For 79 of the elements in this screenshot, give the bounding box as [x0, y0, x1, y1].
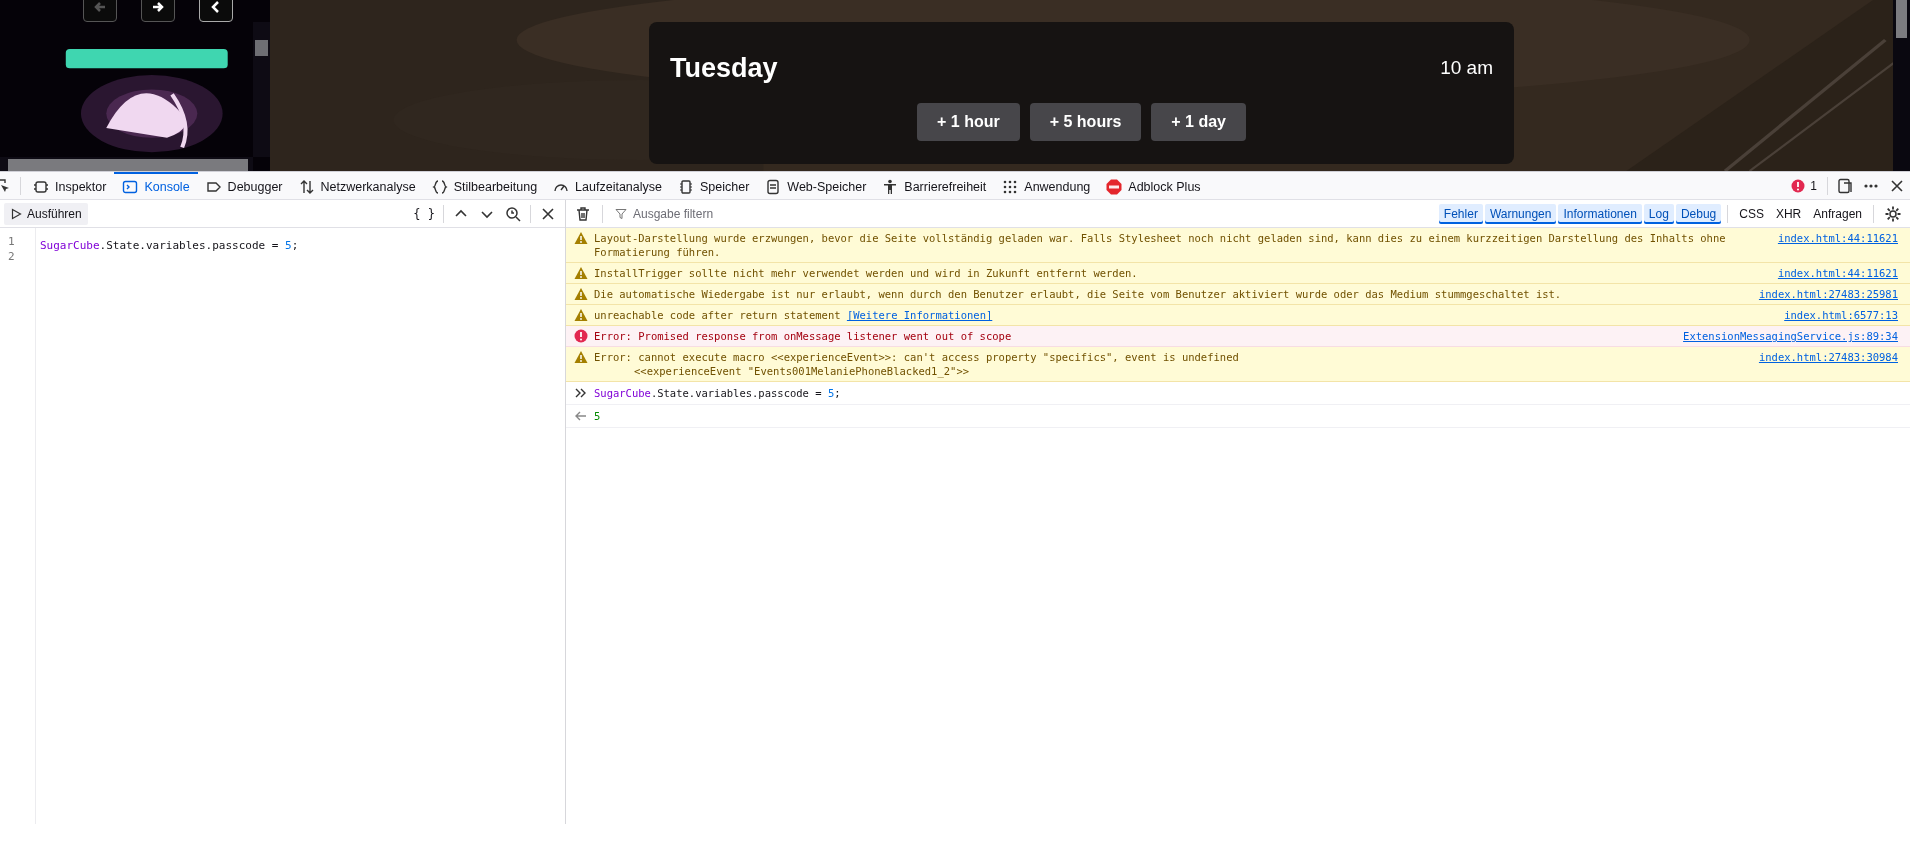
devtools-tab[interactable]: Speicher	[670, 171, 758, 200]
warning-icon	[574, 266, 588, 280]
result-value: 5	[594, 409, 601, 423]
console-icon	[122, 178, 139, 195]
level-filter-button[interactable]: Fehler	[1438, 203, 1483, 224]
nav-button[interactable]	[141, 0, 175, 22]
time-advance-button[interactable]: + 1 day	[1151, 103, 1246, 141]
source-link[interactable]: index.html:6577:13	[1784, 308, 1898, 322]
person-icon	[882, 178, 899, 195]
nav-button[interactable]	[199, 0, 233, 22]
scrollbar[interactable]	[0, 157, 253, 171]
message-text: Die automatische Wiedergabe ist nur erlaubt, wenn durch den Benutzer erlaubt, die Seite vom Benutzer aktiviert wurde oder das Medium stummgeschaltet ist.	[594, 287, 1562, 301]
message-text: unreachable code after return statement [Weitere Informationen]	[594, 308, 993, 322]
trash-icon	[575, 205, 591, 222]
dock-icon	[1837, 177, 1853, 194]
close-icon	[1889, 177, 1905, 194]
grid-icon	[1002, 178, 1019, 195]
memory-chip-icon	[678, 178, 694, 195]
devtools-tab[interactable]: Konsole	[114, 171, 198, 200]
devtools-tab[interactable]: Anwendung	[994, 171, 1099, 200]
prompt-chevron-icon	[574, 386, 588, 400]
line-number: 2	[7, 249, 16, 264]
source-link[interactable]: index.html:44:11621	[1777, 231, 1898, 245]
message-text: Error: Promised response from onMessage listener went out of scope	[594, 329, 1012, 343]
up-down-arrows-icon	[298, 178, 315, 195]
level-filter-button[interactable]: Informationen	[1558, 203, 1642, 224]
line-number: 1	[7, 234, 16, 249]
devtools-tab[interactable]: Debugger	[197, 171, 291, 200]
devtools-tab[interactable]: Barrierefreiheit	[874, 171, 995, 200]
day-title: Tuesday	[670, 52, 778, 84]
message-text: InstallTrigger sollte nicht mehr verwendet werden und wird in Zukunft entfernt werden.	[594, 266, 1138, 280]
devtools-tab[interactable]: Inspektor	[25, 171, 115, 200]
result-arrow-icon	[574, 409, 588, 423]
source-link[interactable]: ExtensionMessagingService.js:89:34	[1683, 329, 1898, 343]
more-icon	[1864, 183, 1878, 188]
devtools-tab[interactable]: Netzwerkanalyse	[290, 171, 424, 200]
close-icon	[540, 205, 556, 222]
code-line: SugarCube.State.variables.passcode = 5;	[40, 238, 299, 253]
error-count-label: 1	[1810, 178, 1817, 193]
error-icon	[574, 329, 588, 343]
devtools-tab[interactable]: Laufzeitanalyse	[545, 171, 670, 200]
warning-icon	[574, 350, 588, 364]
warning-icon	[574, 287, 588, 301]
type-filter-button[interactable]: Anfragen	[1808, 203, 1867, 224]
scrollbar[interactable]	[253, 22, 270, 157]
warning-icon	[574, 231, 588, 245]
braces-icon	[431, 178, 448, 195]
source-link[interactable]: index.html:27483:25981	[1758, 287, 1898, 301]
funnel-icon	[615, 207, 627, 220]
storage-icon	[765, 178, 782, 195]
scrollbar[interactable]	[1893, 0, 1910, 171]
settings-icon	[1885, 205, 1901, 222]
run-button[interactable]: Ausführen	[4, 202, 88, 225]
time-advance-button[interactable]: + 5 hours	[1029, 103, 1142, 141]
time-advance-button[interactable]: + 1 hour	[917, 103, 1020, 141]
help-link[interactable]: [Weitere Informationen]	[846, 309, 993, 321]
devtools-tab[interactable]: Web-Speicher	[757, 171, 875, 200]
time-label: 10 am	[1440, 57, 1493, 79]
search-icon	[505, 205, 521, 222]
devtools-tab[interactable]: Adblock Plus	[1098, 171, 1209, 200]
level-filter-button[interactable]: Log	[1643, 203, 1674, 224]
devtools-tab[interactable]: Stilbearbeitung	[423, 171, 546, 200]
play-icon	[10, 207, 22, 220]
error-icon	[1791, 178, 1806, 193]
type-filter-button[interactable]: XHR	[1770, 203, 1807, 224]
warning-icon	[574, 308, 588, 322]
source-link[interactable]: index.html:44:11621	[1777, 266, 1898, 280]
message-text: Error: cannot execute macro <<experienceEvent>>: can't access property "specifics", event is undefined	[594, 350, 1239, 364]
level-filter-button[interactable]: Debug	[1675, 203, 1722, 224]
chip-icon	[33, 178, 49, 195]
level-filter-button[interactable]: Warnungen	[1484, 203, 1557, 224]
type-filter-button[interactable]: CSS	[1734, 203, 1769, 224]
command-text: SugarCube.State.variables.passcode = 5;	[594, 386, 841, 400]
source-link[interactable]: index.html:27483:30984	[1758, 350, 1898, 364]
stop-sign-icon	[1106, 178, 1123, 195]
message-text: Layout-Darstellung wurde erzwungen, bevor die Seite vollständig geladen war. Falls Stylesheet noch nicht geladen sind, kann dies zu einem kurzzeitigen Darstellung des Inhalts ohne Formatierung führen.	[594, 231, 1727, 259]
filter-field[interactable]: Ausgabe filtern	[631, 205, 1437, 222]
pretty-print-button[interactable]: { }	[409, 201, 439, 226]
message-detail: <<experienceEvent "Events001MelaniePhoneBlacked1_2">>	[634, 364, 970, 378]
